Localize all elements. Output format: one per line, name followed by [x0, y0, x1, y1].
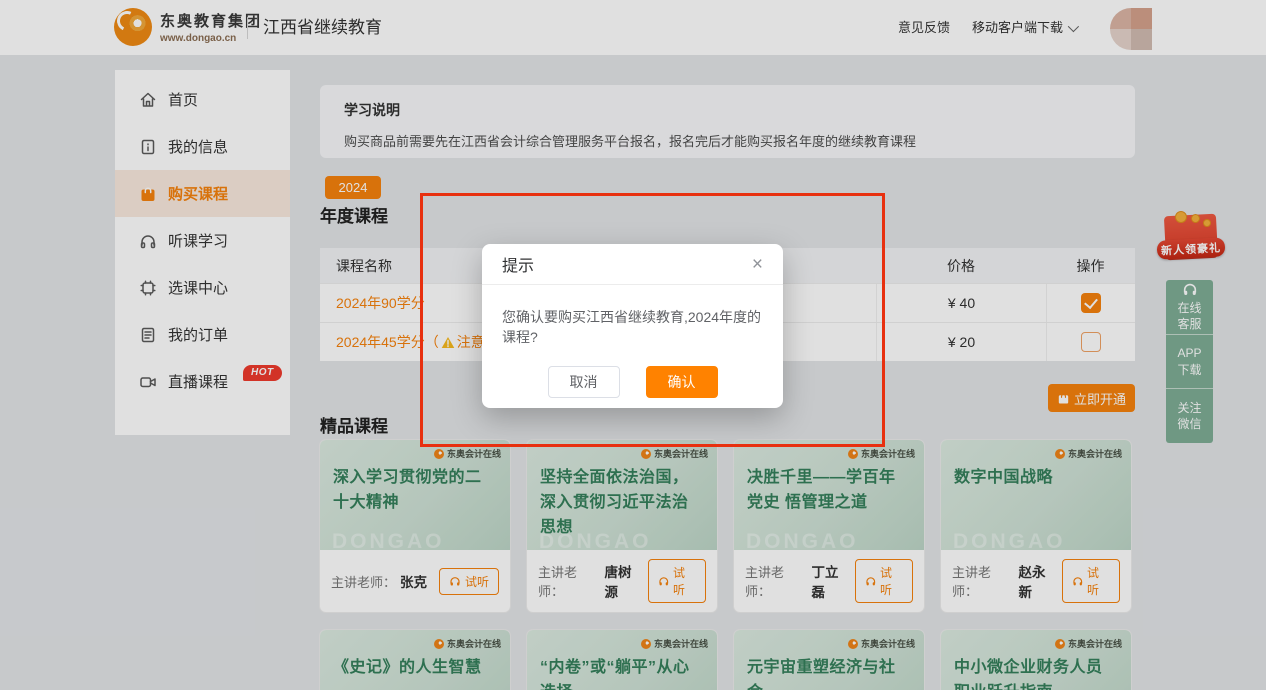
cancel-button[interactable]: 取消: [548, 366, 620, 398]
dialog-message: 您确认要购买江西省继续教育,2024年度的课程?: [482, 285, 783, 347]
dialog-header: 提示 ×: [482, 244, 783, 285]
confirm-dialog: 提示 × 您确认要购买江西省继续教育,2024年度的课程? 取消 确认: [482, 244, 783, 408]
close-icon[interactable]: ×: [752, 255, 763, 274]
confirm-button[interactable]: 确认: [646, 366, 718, 398]
dialog-buttons: 取消 确认: [482, 366, 783, 398]
dialog-title: 提示: [502, 252, 534, 276]
